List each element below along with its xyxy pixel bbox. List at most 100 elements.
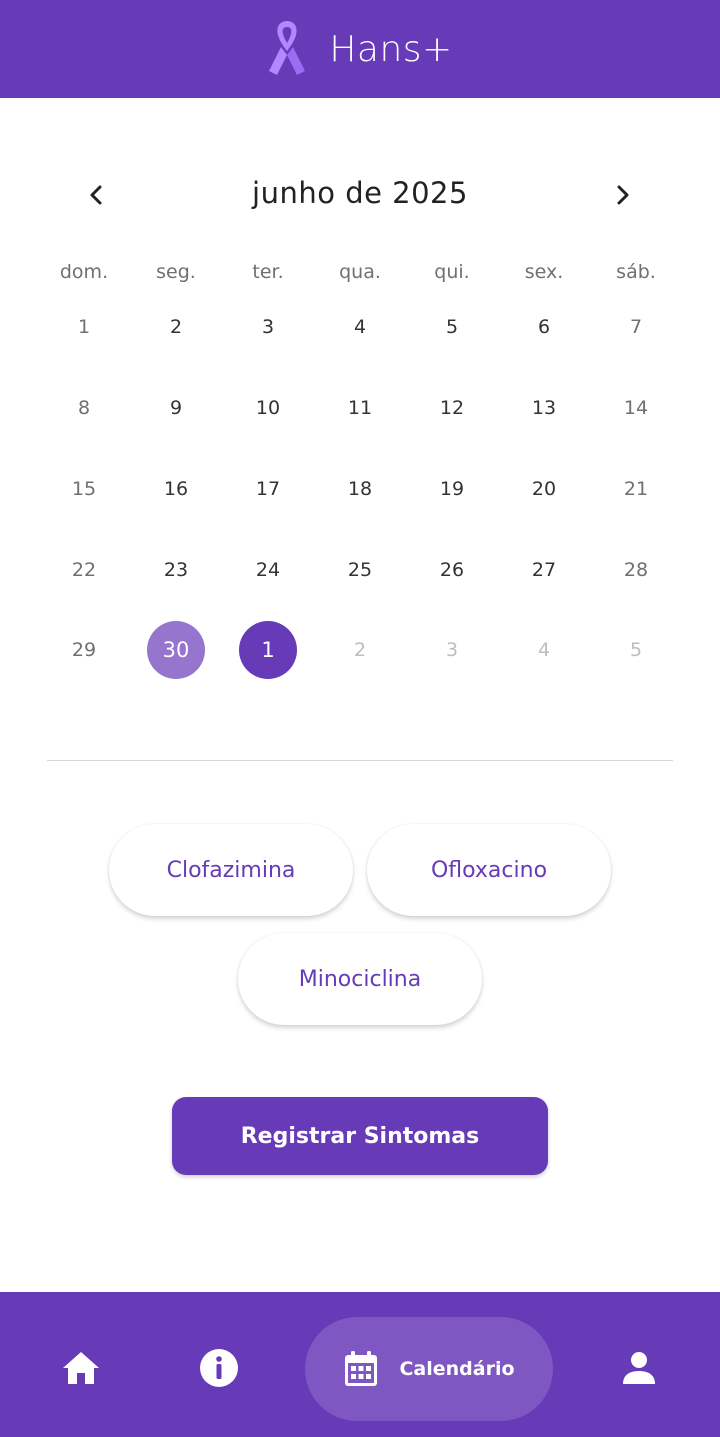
calendar-day-next-month[interactable]: 2 xyxy=(314,610,406,691)
day-number: 30 xyxy=(147,621,205,680)
weekday-label: qui. xyxy=(434,261,470,283)
calendar-day-selected[interactable]: 1 xyxy=(222,610,314,691)
calendar-day[interactable]: 26 xyxy=(406,529,498,610)
calendar-day[interactable]: 10 xyxy=(222,368,314,449)
calendar-day[interactable]: 1 xyxy=(38,287,130,368)
day-number: 8 xyxy=(77,397,91,420)
register-symptoms-button[interactable]: Registrar Sintomas xyxy=(172,1097,548,1175)
bottom-navigation: Calendário xyxy=(0,1292,720,1437)
calendar-day[interactable]: 29 xyxy=(38,610,130,691)
day-number: 4 xyxy=(353,316,367,339)
calendar-day[interactable]: 4 xyxy=(314,287,406,368)
nav-calendar-label: Calendário xyxy=(399,1358,515,1380)
nav-home-button[interactable] xyxy=(55,1342,107,1394)
day-number: 15 xyxy=(71,477,97,500)
day-number: 27 xyxy=(531,558,557,581)
day-number: 23 xyxy=(163,558,189,581)
day-number: 26 xyxy=(439,558,465,581)
day-number: 1 xyxy=(239,621,297,680)
weekday-label: ter. xyxy=(252,261,284,283)
weekday-label: sáb. xyxy=(616,261,656,283)
calendar-day-next-month[interactable]: 3 xyxy=(406,610,498,691)
day-number: 20 xyxy=(531,477,557,500)
nav-info-button[interactable] xyxy=(193,1342,245,1394)
calendar-day-next-month[interactable]: 5 xyxy=(590,610,682,691)
chevron-right-icon xyxy=(617,185,629,205)
day-number: 3 xyxy=(445,639,459,662)
day-number: 19 xyxy=(439,477,465,500)
day-number: 17 xyxy=(255,477,281,500)
weekday-header-row: dom. seg. ter. qua. qui. sex. sáb. xyxy=(38,254,682,290)
day-number: 10 xyxy=(255,397,281,420)
calendar-day[interactable]: 7 xyxy=(590,287,682,368)
home-icon xyxy=(63,1352,99,1384)
day-number: 11 xyxy=(347,397,373,420)
calendar-day[interactable]: 16 xyxy=(130,449,222,530)
day-number: 14 xyxy=(623,397,649,420)
day-number: 13 xyxy=(531,397,557,420)
day-number: 2 xyxy=(169,316,183,339)
day-number: 12 xyxy=(439,397,465,420)
day-number: 6 xyxy=(537,316,551,339)
person-icon xyxy=(623,1352,655,1384)
day-number: 24 xyxy=(255,558,281,581)
weekday-label: sex. xyxy=(524,261,564,283)
day-number: 18 xyxy=(347,477,373,500)
calendar-day[interactable]: 6 xyxy=(498,287,590,368)
day-number: 1 xyxy=(77,316,91,339)
calendar-day[interactable]: 17 xyxy=(222,449,314,530)
calendar-day[interactable]: 2 xyxy=(130,287,222,368)
weekday-label: dom. xyxy=(59,261,109,283)
awareness-ribbon-icon xyxy=(269,21,306,75)
medication-chip-clofazimina[interactable]: Clofazimina xyxy=(109,824,353,916)
day-number: 28 xyxy=(623,558,649,581)
info-icon xyxy=(200,1349,238,1387)
calendar-day[interactable]: 20 xyxy=(498,449,590,530)
weekday-label: seg. xyxy=(156,261,196,283)
day-number: 29 xyxy=(71,639,97,662)
next-month-button[interactable] xyxy=(600,173,644,217)
day-number: 5 xyxy=(629,639,643,662)
day-number: 5 xyxy=(445,316,459,339)
calendar-day[interactable]: 13 xyxy=(498,368,590,449)
calendar-day[interactable]: 21 xyxy=(590,449,682,530)
app-header: Hans+ xyxy=(0,0,720,98)
nav-profile-button[interactable] xyxy=(613,1342,665,1394)
calendar-day[interactable]: 3 xyxy=(222,287,314,368)
calendar-day[interactable]: 11 xyxy=(314,368,406,449)
app-title: Hans+ xyxy=(329,28,453,70)
calendar-day[interactable]: 8 xyxy=(38,368,130,449)
day-number: 9 xyxy=(169,397,183,420)
calendar-day[interactable]: 24 xyxy=(222,529,314,610)
calendar-day[interactable]: 12 xyxy=(406,368,498,449)
medication-chip-ofloxacino[interactable]: Ofloxacino xyxy=(367,824,611,916)
day-number: 3 xyxy=(261,316,275,339)
day-number: 16 xyxy=(163,477,189,500)
day-number: 4 xyxy=(537,639,551,662)
calendar-day-grid: 1 2 3 4 5 6 7 8 9 10 11 12 13 14 15 16 1… xyxy=(38,287,682,691)
calendar-day[interactable]: 15 xyxy=(38,449,130,530)
day-number: 22 xyxy=(71,558,97,581)
day-number: 25 xyxy=(347,558,373,581)
calendar-day[interactable]: 18 xyxy=(314,449,406,530)
medication-chip-minociclina[interactable]: Minociclina xyxy=(238,933,482,1025)
calendar-day-next-month[interactable]: 4 xyxy=(498,610,590,691)
brand: Hans+ xyxy=(267,19,452,79)
calendar-day[interactable]: 23 xyxy=(130,529,222,610)
calendar-icon xyxy=(345,1351,378,1386)
calendar-header: junho de 2025 xyxy=(0,160,720,230)
calendar-day[interactable]: 27 xyxy=(498,529,590,610)
calendar-day-highlighted[interactable]: 30 xyxy=(130,610,222,691)
calendar-day[interactable]: 9 xyxy=(130,368,222,449)
nav-calendar-button[interactable]: Calendário xyxy=(305,1317,553,1421)
section-divider xyxy=(47,760,673,761)
calendar-day[interactable]: 22 xyxy=(38,529,130,610)
day-number: 7 xyxy=(629,316,643,339)
weekday-label: qua. xyxy=(339,261,381,283)
calendar-day[interactable]: 14 xyxy=(590,368,682,449)
calendar-day[interactable]: 19 xyxy=(406,449,498,530)
calendar-day[interactable]: 25 xyxy=(314,529,406,610)
day-number: 21 xyxy=(623,477,649,500)
calendar-day[interactable]: 28 xyxy=(590,529,682,610)
calendar-day[interactable]: 5 xyxy=(406,287,498,368)
